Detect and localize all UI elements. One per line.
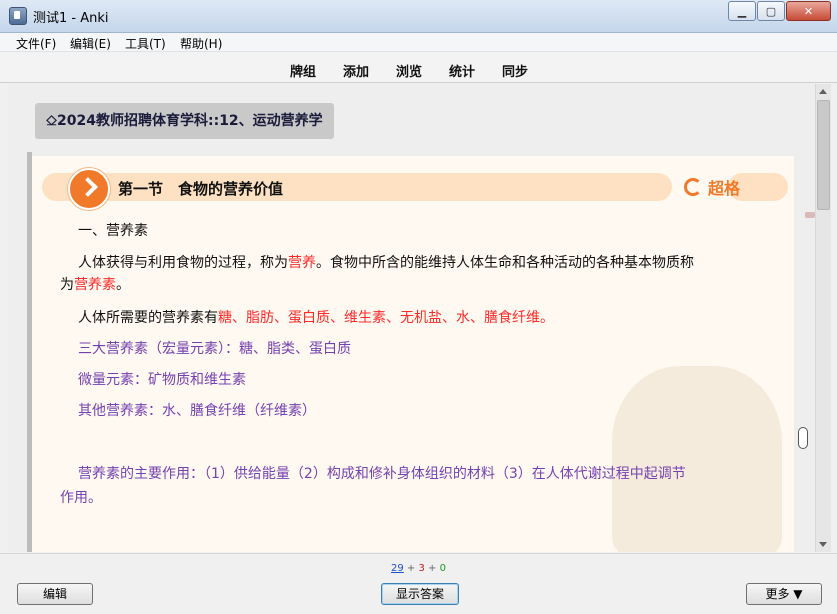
term-nutrients: 营养素: [74, 277, 116, 293]
line-micronutrients: 微量元素：矿物质和维生素: [78, 372, 246, 388]
side-marker: [805, 212, 815, 218]
menu-edit[interactable]: 编辑(E): [70, 35, 111, 52]
deck-label: ⎐2024教师招聘体育学科::12、运动营养学: [35, 103, 334, 139]
functions-line2: 作用。: [60, 490, 102, 506]
heading-nutrients: 一、营养素: [78, 223, 148, 239]
count-separator: +: [428, 563, 437, 574]
menu-help[interactable]: 帮助(H): [180, 35, 222, 52]
term-nutrition: 营养: [288, 255, 316, 271]
due-counts: 29 + 3 + 0: [0, 563, 837, 574]
edit-button[interactable]: 编辑: [17, 583, 93, 605]
line-other-nutrients: 其他营养素：水、膳食纤维（纤维素）: [78, 403, 316, 419]
menu-bar: 文件(F) 编辑(E) 工具(T) 帮助(H): [0, 33, 837, 52]
toolbar-add[interactable]: 添加: [343, 61, 369, 80]
menu-tools[interactable]: 工具(T): [125, 35, 166, 52]
learn-count: 3: [418, 563, 425, 574]
watermark-illustration: [612, 366, 782, 552]
brand-logo-text: 超格: [708, 179, 741, 198]
vertical-scrollbar[interactable]: [815, 84, 831, 552]
scroll-down-icon[interactable]: [819, 542, 827, 547]
scroll-up-icon[interactable]: [819, 89, 827, 94]
card-webview: ⎐2024教师招聘体育学科::12、运动营养学 第一节 食物的营养价值 超格 一…: [8, 84, 815, 552]
nutrients-list: 糖、脂肪、蛋白质、维生素、无机盐、水、膳食纤维。: [218, 310, 554, 326]
paragraph-nutrition-line2: 为营养素。: [60, 277, 130, 293]
paragraph-nutrients-list: 人体所需要的营养素有糖、脂肪、蛋白质、维生素、无机盐、水、膳食纤维。: [78, 310, 554, 326]
bottom-bar: 29 + 3 + 0 编辑 显示答案 更多 ▼: [0, 553, 837, 614]
anki-app-icon: [9, 7, 27, 25]
new-count: 29: [390, 563, 404, 574]
line-macronutrients: 三大营养素（宏量元素）：糖、脂类、蛋白质: [78, 341, 351, 357]
card-content: 第一节 食物的营养价值 超格 一、营养素 人体获得与利用食物的过程，称为营养。食…: [32, 156, 794, 552]
toolbar-browse[interactable]: 浏览: [396, 61, 422, 80]
chevron-right-icon: [68, 168, 110, 210]
resize-handle[interactable]: [798, 427, 808, 449]
title-bar: 测试1 - Anki ▁ ▢ ✕: [0, 0, 837, 33]
section-title: 第一节 食物的营养价值: [118, 180, 284, 198]
paragraph-nutrition-line1: 人体获得与利用食物的过程，称为营养。食物中所含的能维持人体生命和各种活动的各种基…: [78, 255, 694, 271]
menu-file[interactable]: 文件(F): [16, 35, 56, 52]
toolbar-decks[interactable]: 牌组: [290, 61, 316, 80]
window-title: 测试1 - Anki: [33, 11, 109, 26]
functions-line1: 营养素的主要作用：（1）供给能量（2）构成和修补身体组织的材料（3）在人体代谢过…: [78, 466, 686, 482]
show-answer-button[interactable]: 显示答案: [381, 583, 459, 605]
toolbar-sync[interactable]: 同步: [502, 61, 528, 80]
close-button[interactable]: ✕: [786, 1, 831, 21]
more-button[interactable]: 更多 ▼: [746, 583, 822, 605]
minimize-button[interactable]: ▁: [728, 1, 756, 21]
toolbar-stats[interactable]: 统计: [449, 61, 475, 80]
review-count: 0: [439, 563, 446, 574]
window-controls: ▁ ▢ ✕: [727, 1, 831, 21]
scrollbar-thumb[interactable]: [817, 100, 830, 210]
main-toolbar: 牌组 添加 浏览 统计 同步: [0, 52, 837, 83]
maximize-button[interactable]: ▢: [757, 1, 785, 21]
brand-logo-icon: [684, 178, 702, 196]
count-separator: +: [406, 563, 416, 574]
